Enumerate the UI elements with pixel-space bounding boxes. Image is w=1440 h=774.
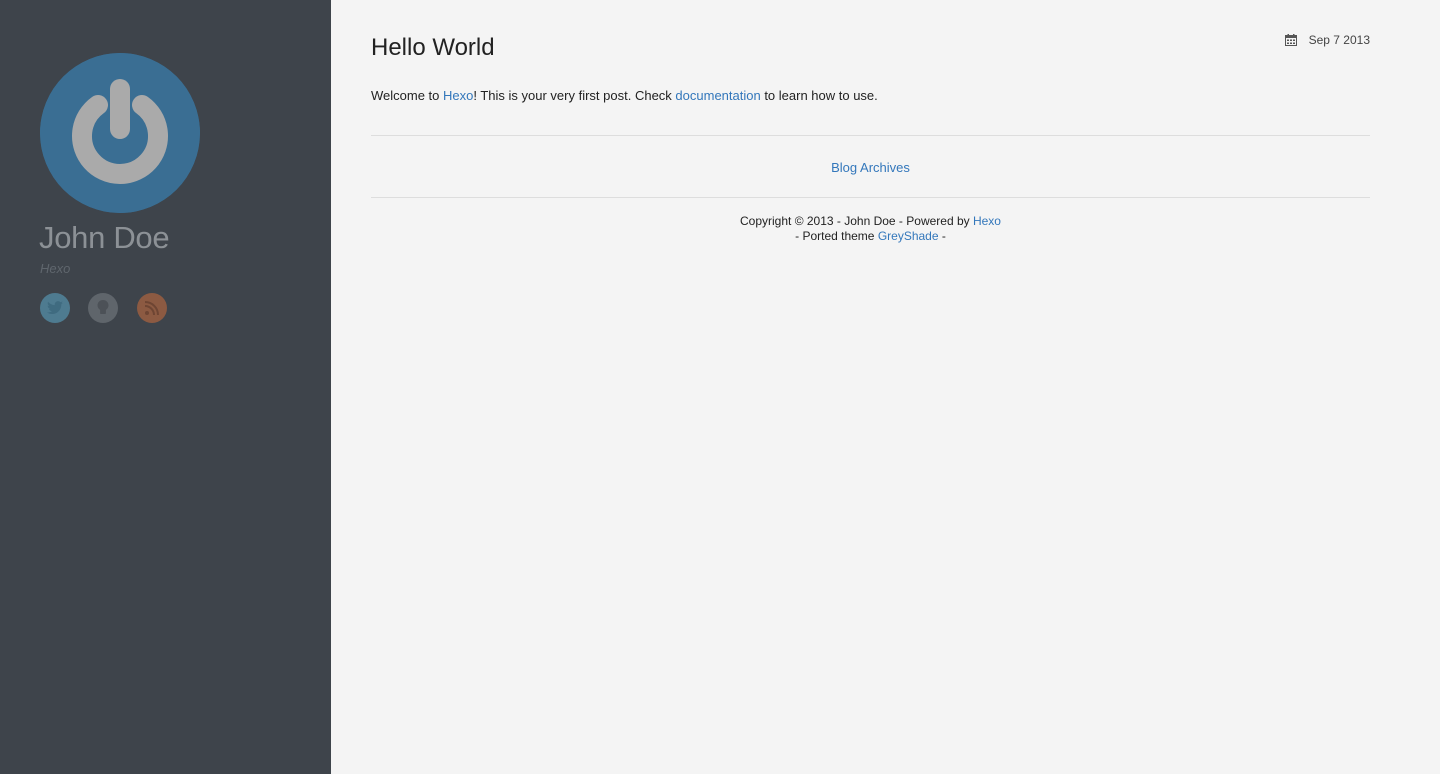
divider xyxy=(371,197,1370,198)
blog-archives-link[interactable]: Blog Archives xyxy=(831,160,910,175)
footer: Copyright © 2013 - John Doe - Powered by… xyxy=(371,214,1370,244)
twitter-link[interactable] xyxy=(40,293,70,323)
archives-nav: Blog Archives xyxy=(371,160,1370,175)
copyright-text: Copyright © 2013 - John Doe - Powered by xyxy=(740,214,973,228)
github-icon xyxy=(97,300,109,314)
sidebar: John Doe Hexo xyxy=(0,0,331,774)
greyshade-link[interactable]: GreyShade xyxy=(878,229,939,243)
post-body-text: to learn how to use. xyxy=(760,88,878,103)
power-logo-icon xyxy=(40,53,200,213)
hexo-link[interactable]: Hexo xyxy=(443,88,473,103)
post-title[interactable]: Hello World xyxy=(371,34,495,62)
post-body-text: ! This is your very first post. Check xyxy=(473,88,676,103)
author-tagline: Hexo xyxy=(40,261,71,276)
divider xyxy=(371,135,1370,136)
main-content: Hello World Sep 7 2013 Welcome to Hexo! … xyxy=(371,0,1370,774)
post-body: Welcome to Hexo! This is your very first… xyxy=(371,88,878,103)
github-link[interactable] xyxy=(88,293,118,323)
theme-text: - Ported theme xyxy=(795,229,878,243)
footer-line-1: Copyright © 2013 - John Doe - Powered by… xyxy=(371,214,1370,229)
post-date: Sep 7 2013 xyxy=(1284,33,1370,47)
footer-line-2: - Ported theme GreyShade - xyxy=(371,229,1370,244)
theme-text: - xyxy=(938,229,946,243)
post-body-text: Welcome to xyxy=(371,88,444,103)
post-date-text: Sep 7 2013 xyxy=(1308,33,1370,47)
rss-icon xyxy=(145,301,159,315)
footer-hexo-link[interactable]: Hexo xyxy=(973,214,1001,228)
calendar-icon xyxy=(1284,34,1297,46)
documentation-link[interactable]: documentation xyxy=(675,88,760,103)
author-name: John Doe xyxy=(39,220,170,255)
twitter-icon xyxy=(47,301,63,314)
rss-link[interactable] xyxy=(137,293,167,323)
avatar xyxy=(40,53,200,213)
